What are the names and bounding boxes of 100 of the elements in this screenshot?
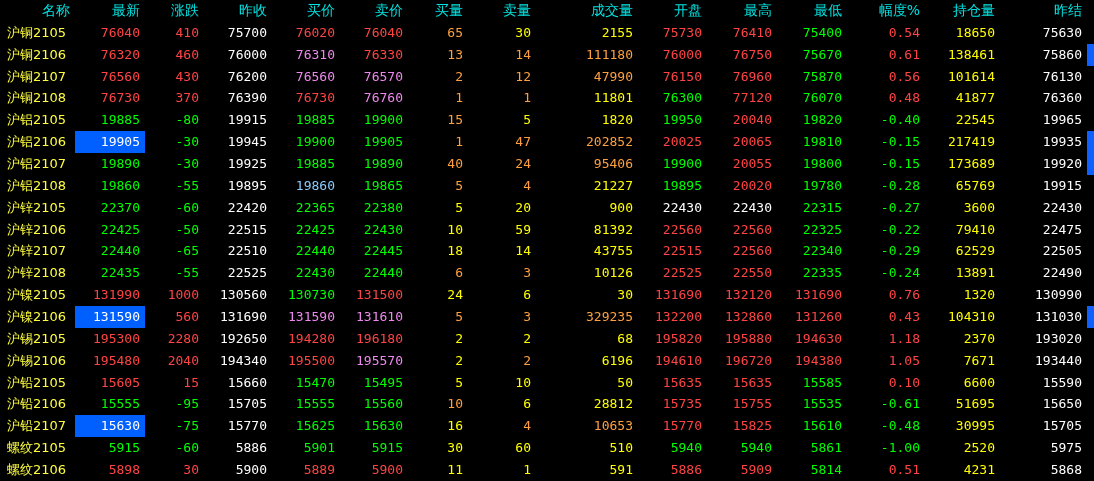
- table-cell-text: 19820: [801, 111, 843, 130]
- table-cell-text: 0.56: [887, 67, 921, 86]
- table-cell-text: 0.54: [887, 23, 921, 42]
- column-header[interactable]: 最新: [75, 0, 145, 22]
- table-cell: 15630: [75, 415, 145, 438]
- table-cell-text: 19890: [99, 155, 141, 173]
- table-cell: 131590: [75, 306, 145, 328]
- table-cell-text: 76760: [362, 89, 404, 108]
- table-cell-text: 5: [454, 373, 464, 392]
- column-header[interactable]: 昨收: [204, 0, 272, 22]
- table-cell-text: 30: [514, 23, 532, 42]
- table-cell-text: 10: [514, 373, 532, 392]
- table-cell-text: -80: [174, 111, 200, 130]
- column-header[interactable]: 买价: [272, 0, 340, 22]
- table-cell-text: 19965: [1041, 111, 1083, 130]
- column-header[interactable]: 成交量: [536, 0, 638, 22]
- table-cell-text: 22335: [801, 264, 843, 283]
- table-cell-text: 22440: [99, 242, 141, 261]
- table-cell-text: 173689: [947, 155, 996, 173]
- table-cell-text: 5: [454, 176, 464, 195]
- table-cell-text: 5886: [234, 439, 268, 458]
- table-cell-text: 20020: [731, 176, 773, 195]
- table-cell-text: 22510: [226, 242, 268, 261]
- table-cell-text: 19885: [294, 155, 336, 173]
- table-cell-text: -0.15: [879, 155, 921, 173]
- table-cell-text: 19860: [294, 176, 336, 195]
- table-cell-text: 65: [446, 23, 464, 42]
- table-cell-text: 5975: [1049, 439, 1083, 458]
- column-header[interactable]: 持仓量: [925, 0, 1000, 22]
- table-cell-text: 21227: [592, 176, 634, 195]
- column-header[interactable]: 幅度%: [847, 0, 925, 22]
- table-cell-text: 19945: [226, 133, 268, 152]
- contract-name: 沪锌2108: [6, 264, 68, 283]
- contract-name: 螺纹2105: [6, 439, 68, 458]
- column-header[interactable]: 昨结: [1000, 0, 1087, 22]
- column-header[interactable]: 最低: [777, 0, 847, 22]
- table-cell-text: -0.48: [879, 417, 921, 436]
- table-cell-text: 15590: [1041, 373, 1083, 392]
- table-cell-text: 76330: [362, 45, 404, 64]
- table-cell-text: 81392: [592, 220, 634, 239]
- table-cell-text: 19860: [99, 176, 141, 195]
- table-cell-text: 132860: [724, 308, 773, 327]
- table-cell-text: 76130: [1041, 67, 1083, 86]
- table-cell-text: 76730: [99, 89, 141, 108]
- contract-name: 沪铜2108: [6, 89, 68, 108]
- table-cell-text: 20025: [661, 133, 703, 152]
- table-cell-text: 20040: [731, 111, 773, 130]
- table-cell-text: 15585: [801, 373, 843, 392]
- table-cell-text: 1: [522, 89, 532, 108]
- table-cell-text: 900: [608, 198, 634, 217]
- table-cell-text: 2: [522, 351, 532, 370]
- column-header[interactable]: 最高: [707, 0, 777, 22]
- table-cell-text: 560: [174, 308, 200, 327]
- table-cell-text: 22545: [954, 111, 996, 130]
- table-cell-text: 195500: [287, 351, 336, 370]
- table-cell-text: 22515: [661, 242, 703, 261]
- table-cell-text: 19935: [1041, 133, 1083, 152]
- table-cell-text: 40: [446, 155, 464, 173]
- column-header[interactable]: 买量: [408, 0, 468, 22]
- table-cell-text: 22435: [99, 264, 141, 283]
- table-cell-text: 22445: [362, 242, 404, 261]
- column-header[interactable]: 开盘: [638, 0, 707, 22]
- table-cell-text: 30995: [954, 417, 996, 436]
- table-cell-text: -0.40: [879, 111, 921, 130]
- table-cell-text: 202852: [585, 133, 634, 152]
- table-cell-text: 15605: [99, 373, 141, 392]
- table-cell-text: 4: [522, 417, 532, 436]
- table-cell-text: 15630: [362, 417, 404, 436]
- table-cell-text: 19900: [661, 155, 703, 173]
- contract-name: 沪铝2106: [6, 133, 68, 152]
- contract-name: 沪铅2106: [6, 395, 68, 414]
- column-header[interactable]: 卖量: [468, 0, 536, 22]
- table-cell-text: 60: [514, 439, 532, 458]
- table-cell-text: 76300: [661, 89, 703, 108]
- contract-name: 沪铜2105: [6, 23, 68, 42]
- table-cell-text: 22440: [362, 264, 404, 283]
- table-cell-text: 15555: [99, 395, 141, 414]
- contract-name: 沪铜2106: [6, 45, 68, 64]
- table-cell-text: 76070: [801, 89, 843, 108]
- contract-name: 沪铜2107: [6, 67, 68, 86]
- table-cell-text: 195880: [724, 329, 773, 348]
- table-cell-text: 5900: [370, 461, 404, 480]
- table-cell-text: 1.05: [887, 351, 921, 370]
- table-cell-text: 15470: [294, 373, 336, 392]
- table-cell-text: -60: [174, 198, 200, 217]
- table-cell-text: 76000: [226, 45, 268, 64]
- table-cell-text: 30: [446, 439, 464, 458]
- column-header[interactable]: 卖价: [340, 0, 408, 22]
- table-cell-text: 19895: [661, 176, 703, 195]
- table-cell-text: 195570: [355, 351, 404, 370]
- table-cell-text: 591: [608, 461, 634, 480]
- contract-name: 沪铝2107: [6, 155, 68, 173]
- contract-name: 沪锡2105: [6, 329, 68, 348]
- table-cell-text: 15495: [362, 373, 404, 392]
- column-header[interactable]: 名称: [0, 0, 75, 22]
- column-header[interactable]: 涨跌: [145, 0, 204, 22]
- table-cell-text: 41877: [954, 89, 996, 108]
- table-cell-text: -65: [174, 242, 200, 261]
- contract-name: 沪锌2105: [6, 198, 68, 217]
- table-cell-text: 111180: [585, 45, 634, 64]
